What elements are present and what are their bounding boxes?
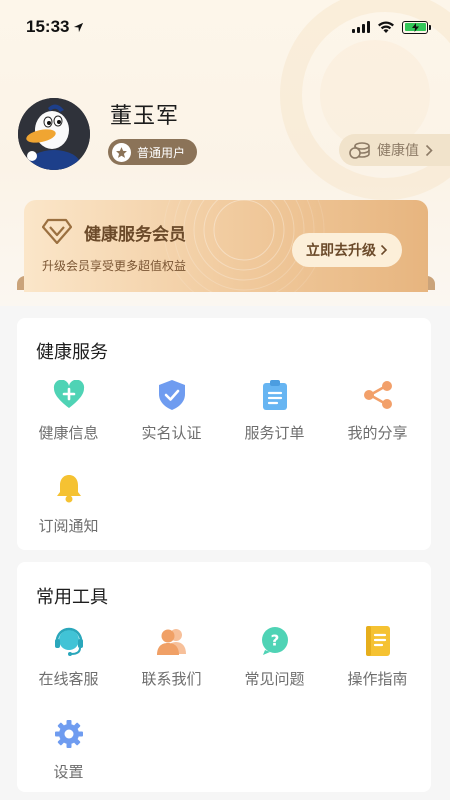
status-time: 15:33 [26,17,84,37]
shield-check-icon [155,378,189,412]
item-label: 我的分享 [347,424,408,442]
item-label: 联系我们 [141,670,202,688]
item-label: 常见问题 [244,670,305,688]
user-name: 董玉军 [110,104,180,129]
user-level-text: 普通用户 [137,145,186,160]
status-time-text: 15:33 [26,17,70,36]
item-label: 实名认证 [141,424,202,442]
faq-item[interactable]: ? 常见问题 [223,624,326,689]
item-label: 设置 [53,763,84,781]
heart-plus-icon [52,378,86,412]
member-card[interactable]: 健康服务会员 升级会员享受更多超值权益 立即去升级 [24,200,428,292]
health-info-item[interactable]: 健康信息 [17,378,120,443]
question-icon: ? [258,624,292,658]
item-label: 订阅通知 [38,517,99,535]
clipboard-icon [258,378,292,412]
member-card-title: 健康服务会员 [84,225,186,245]
cellular-signal-icon [352,21,370,33]
chevron-right-icon [425,144,433,156]
member-card-subtitle: 升级会员享受更多超值权益 [42,259,187,273]
gear-icon [52,717,86,751]
upgrade-button-label: 立即去升级 [306,243,376,259]
operation-guide-item[interactable]: 操作指南 [326,624,429,689]
guide-book-icon [361,624,395,658]
service-orders-item[interactable]: 服务订单 [223,378,326,443]
contact-us-item[interactable]: 联系我们 [120,624,223,689]
my-share-item[interactable]: 我的分享 [326,378,429,443]
section-title: 常用工具 [36,587,108,608]
subscription-notice-item[interactable]: 订阅通知 [17,471,120,536]
status-icons [352,20,431,34]
contacts-icon [155,624,189,658]
avatar[interactable] [18,98,90,170]
section-title: 健康服务 [36,342,108,363]
upgrade-button[interactable]: 立即去升级 [292,233,402,267]
health-services-section: 健康服务 健康信息 实名认证 服务订单 我的分享 订阅通知 [17,318,431,550]
location-arrow-icon [74,22,84,32]
item-label: 健康信息 [38,424,99,442]
svg-text:?: ? [270,632,279,650]
real-name-auth-item[interactable]: 实名认证 [120,378,223,443]
share-icon [361,378,395,412]
common-tools-section: 常用工具 在线客服 联系我们 ? 常见问题 操作指南 设置 [17,562,431,792]
star-icon [112,142,131,162]
chevron-right-icon [380,244,388,256]
item-label: 在线客服 [38,670,99,688]
battery-icon [402,20,431,34]
online-service-item[interactable]: 在线客服 [17,624,120,689]
settings-item[interactable]: 设置 [17,717,120,782]
health-value-button[interactable]: 健康值 [339,134,450,166]
coins-icon [349,142,370,159]
health-value-label: 健康值 [377,143,419,159]
item-label: 操作指南 [347,670,408,688]
user-level-badge: 普通用户 [108,139,198,165]
diamond-icon [42,218,72,244]
wifi-icon [378,21,394,33]
item-label: 服务订单 [244,424,305,442]
status-bar: 15:33 [0,0,450,54]
headset-icon [52,624,86,658]
bell-icon [52,471,86,505]
